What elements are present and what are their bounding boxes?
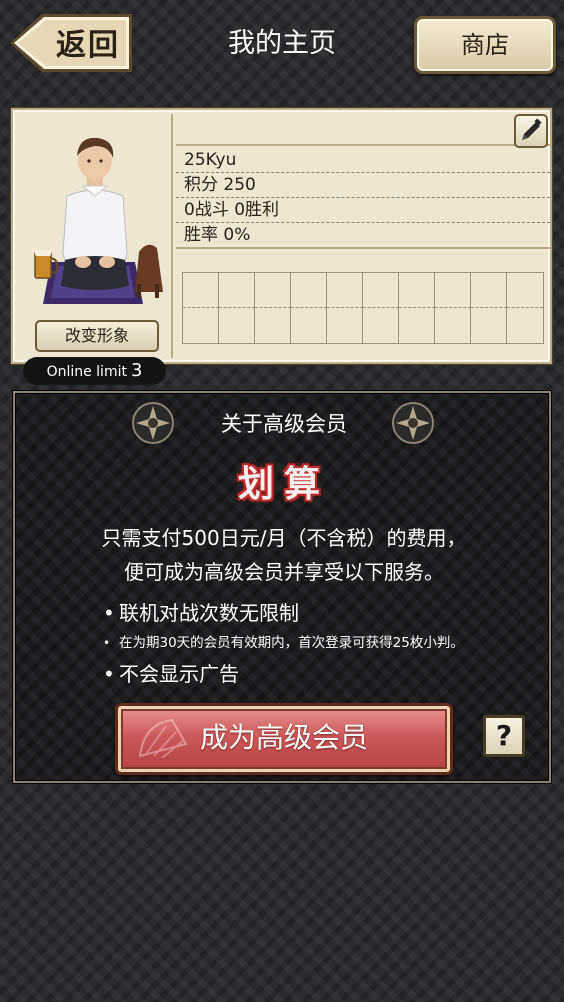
online-limit-label: Online limit <box>46 364 127 380</box>
win-rate-value: 胜率 0% <box>176 223 550 249</box>
benefit-item: 联机对战次数无限制 <box>103 597 543 629</box>
online-limit-value: 3 <box>130 360 143 381</box>
premium-description: 只需支付500日元/月（不含税）的费用， 便可成为高级会员并享受以下服务。 <box>25 521 543 589</box>
avatar <box>34 137 163 304</box>
stats-list: 25Kyu 积分 250 0战斗 0胜利 胜率 0% <box>176 148 550 249</box>
help-button[interactable]: ? <box>483 715 525 757</box>
benefit-item: 不会显示广告 <box>103 657 543 691</box>
premium-title: 关于高级会员 <box>221 412 347 436</box>
change-look-button[interactable]: 改变形象 <box>35 320 159 352</box>
history-grid <box>182 272 544 344</box>
online-limit-badge: Online limit 3 <box>23 357 166 385</box>
points-value: 积分 250 <box>176 173 550 198</box>
record-value: 0战斗 0胜利 <box>176 198 550 223</box>
profile-card: 改变形象 25Kyu 积分 250 0战斗 0胜利 胜率 0% <box>11 108 552 364</box>
description-line-2: 便可成为高级会员并享受以下服务。 <box>124 560 444 584</box>
avatar-area: 改变形象 <box>17 114 173 358</box>
shop-button[interactable]: 商店 <box>414 16 556 74</box>
crest-icon <box>392 402 434 444</box>
name-row <box>176 114 550 148</box>
become-premium-label: 成为高级会员 <box>199 721 368 754</box>
back-button[interactable]: 返回 <box>8 12 134 74</box>
benefits-list: 联机对战次数无限制 在为期30天的会员有效期内，首次登录可获得25枚小判。 不会… <box>103 597 543 691</box>
premium-panel: 关于高级会员 划算 只需支付500日元/月（不含税）的费用， 便可成为高级会员并… <box>13 391 551 783</box>
deal-label: 划算 <box>237 463 330 505</box>
pencil-icon <box>522 118 542 140</box>
fan-decoration-icon <box>138 718 188 759</box>
edit-name-button[interactable] <box>514 114 548 148</box>
back-button-label: 返回 <box>56 28 120 63</box>
description-line-1: 只需支付500日元/月（不含税）的费用， <box>101 526 467 550</box>
rank-value: 25Kyu <box>176 148 550 173</box>
page-title: 我的主页 <box>228 28 336 59</box>
benefit-item: 在为期30天的会员有效期内，首次登录可获得25枚小判。 <box>103 631 543 655</box>
become-premium-button[interactable]: 成为高级会员 <box>115 703 453 775</box>
